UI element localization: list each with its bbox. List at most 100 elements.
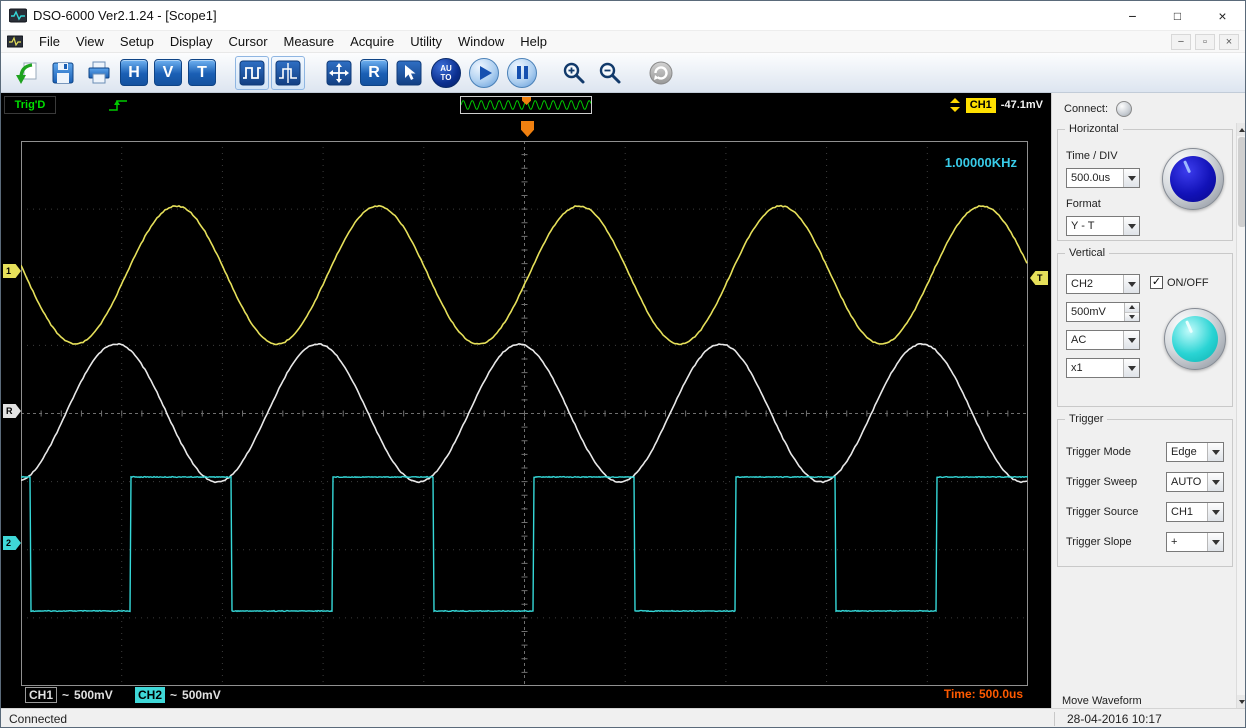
- trigger-panel-button[interactable]: T: [188, 59, 216, 86]
- scroll-down-button[interactable]: [1237, 695, 1245, 708]
- ch1-position-marker[interactable]: 1: [3, 264, 21, 278]
- coupling-value: AC: [1071, 334, 1087, 346]
- chevron-down-icon[interactable]: [1123, 169, 1139, 187]
- scope-display: 1.00000KHz 1 R 2 T CH1 ~ 500mV CH2 ~ 500…: [1, 117, 1051, 708]
- horizontal-group-title: Horizontal: [1065, 123, 1123, 135]
- probe-select[interactable]: x1: [1066, 358, 1140, 378]
- trigger-source-select[interactable]: CH1: [1166, 502, 1224, 522]
- square-wave-cursor-icon: [275, 60, 301, 85]
- trigger-level-marker[interactable]: T: [1030, 271, 1048, 285]
- menu-utility[interactable]: Utility: [402, 31, 450, 53]
- trigger-slope-select[interactable]: +: [1166, 532, 1224, 552]
- chevron-down-icon[interactable]: [1207, 473, 1223, 491]
- refresh-button[interactable]: [644, 56, 678, 90]
- panel-scrollbar[interactable]: [1236, 123, 1245, 708]
- ref-wave-button[interactable]: R: [360, 59, 388, 86]
- autoset-label-bottom: TO: [440, 72, 452, 82]
- open-file-icon: [16, 62, 37, 84]
- trigger-level-value: -47.1mV: [1000, 99, 1043, 111]
- menu-help[interactable]: Help: [512, 31, 555, 53]
- trigger-status-badge: Trig'D: [4, 96, 56, 114]
- trigger-slope-label: Trigger Slope: [1066, 536, 1132, 548]
- vertical-knob[interactable]: [1164, 308, 1226, 370]
- chevron-down-icon[interactable]: [1123, 359, 1139, 377]
- menu-measure[interactable]: Measure: [276, 31, 343, 53]
- trigger-sweep-select[interactable]: AUTO: [1166, 472, 1224, 492]
- format-select[interactable]: Y - T: [1066, 216, 1140, 236]
- zoom-out-button[interactable]: [593, 56, 627, 90]
- menu-acquire[interactable]: Acquire: [342, 31, 402, 53]
- trigger-level-arrows-icon: [949, 98, 960, 112]
- ch2-position-marker[interactable]: 2: [3, 536, 21, 550]
- mdi-restore-icon: ▫: [1203, 36, 1207, 48]
- chevron-down-icon[interactable]: [1123, 275, 1139, 293]
- channel-value: CH2: [1071, 278, 1094, 290]
- vertical-panel-button[interactable]: V: [154, 59, 182, 86]
- control-panel: Connect: Horizontal Time / DIV 500.0us F…: [1051, 93, 1245, 708]
- open-file-button[interactable]: [10, 56, 44, 90]
- minimize-button[interactable]: −: [1110, 1, 1155, 30]
- run-button[interactable]: [469, 57, 499, 88]
- chevron-down-icon[interactable]: [1207, 503, 1223, 521]
- ch1-label: CH1: [25, 687, 58, 703]
- horizontal-panel-button[interactable]: H: [120, 59, 148, 86]
- menu-file[interactable]: File: [31, 31, 68, 53]
- square-wave-icon: [239, 60, 265, 85]
- scroll-up-button[interactable]: [1237, 123, 1245, 136]
- time-div-select[interactable]: 500.0us: [1066, 168, 1140, 188]
- mdi-close-button[interactable]: ×: [1219, 34, 1239, 50]
- volts-div-spinner[interactable]: 500mV: [1066, 302, 1140, 322]
- close-button[interactable]: ×: [1200, 1, 1245, 30]
- pause-icon: [516, 66, 528, 79]
- maximize-button[interactable]: □: [1155, 1, 1200, 30]
- scroll-thumb[interactable]: [1238, 137, 1245, 227]
- trigger-slope-value: +: [1171, 536, 1178, 548]
- move-arrows-icon: [326, 60, 352, 85]
- app-window: DSO-6000 Ver2.1.24 - [Scope1] − □ × File…: [0, 0, 1246, 728]
- pause-button[interactable]: [507, 57, 537, 88]
- trigger-mode-select[interactable]: Edge: [1166, 442, 1224, 462]
- trigger-position-marker[interactable]: [521, 121, 534, 137]
- move-waveform-label: Move Waveform: [1062, 695, 1142, 707]
- trigger-slope-icon: [109, 100, 127, 111]
- waveform-preview[interactable]: [460, 96, 592, 114]
- menu-view[interactable]: View: [68, 31, 112, 53]
- save-button[interactable]: [46, 56, 80, 90]
- waveform-mode-button[interactable]: [235, 55, 269, 90]
- connect-led[interactable]: [1116, 101, 1133, 117]
- horizontal-knob[interactable]: [1162, 148, 1224, 210]
- print-button[interactable]: [82, 56, 116, 90]
- coupling-select[interactable]: AC: [1066, 330, 1140, 350]
- play-icon: [479, 65, 492, 80]
- channel-select[interactable]: CH2: [1066, 274, 1140, 294]
- format-value: Y - T: [1071, 220, 1095, 232]
- menu-setup[interactable]: Setup: [112, 31, 162, 53]
- trigger-group-title: Trigger: [1065, 413, 1108, 425]
- vertical-group-title: Vertical: [1065, 247, 1110, 259]
- ch2-label: CH2: [135, 687, 166, 703]
- chevron-down-icon[interactable]: [1123, 217, 1139, 235]
- trigger-sweep-label: Trigger Sweep: [1066, 476, 1138, 488]
- menu-window[interactable]: Window: [450, 31, 512, 53]
- spin-down-icon[interactable]: [1125, 311, 1139, 321]
- autoscale-button[interactable]: [322, 56, 356, 90]
- mdi-minimize-button[interactable]: −: [1171, 34, 1191, 50]
- waveform-cursor-button[interactable]: [271, 55, 305, 90]
- menu-display[interactable]: Display: [162, 31, 221, 53]
- zoom-in-button[interactable]: [557, 56, 591, 90]
- chevron-down-icon[interactable]: [1123, 331, 1139, 349]
- title-bar[interactable]: DSO-6000 Ver2.1.24 - [Scope1] − □ ×: [1, 1, 1245, 31]
- ref-position-marker[interactable]: R: [3, 404, 21, 418]
- ch2-coupling-icon: ~: [170, 688, 178, 702]
- mdi-restore-button[interactable]: ▫: [1195, 34, 1215, 50]
- menu-bar: File View Setup Display Cursor Measure A…: [1, 31, 1245, 53]
- cursor-measure-button[interactable]: [392, 56, 426, 90]
- autoset-button[interactable]: AU TO: [431, 57, 461, 88]
- menu-cursor[interactable]: Cursor: [221, 31, 276, 53]
- ch1-scale: 500mV: [74, 688, 113, 702]
- chevron-down-icon[interactable]: [1207, 533, 1223, 551]
- spin-up-icon[interactable]: [1125, 303, 1139, 312]
- minimize-icon: −: [1128, 7, 1137, 24]
- onoff-checkbox[interactable]: ✓: [1150, 276, 1163, 289]
- chevron-down-icon[interactable]: [1207, 443, 1223, 461]
